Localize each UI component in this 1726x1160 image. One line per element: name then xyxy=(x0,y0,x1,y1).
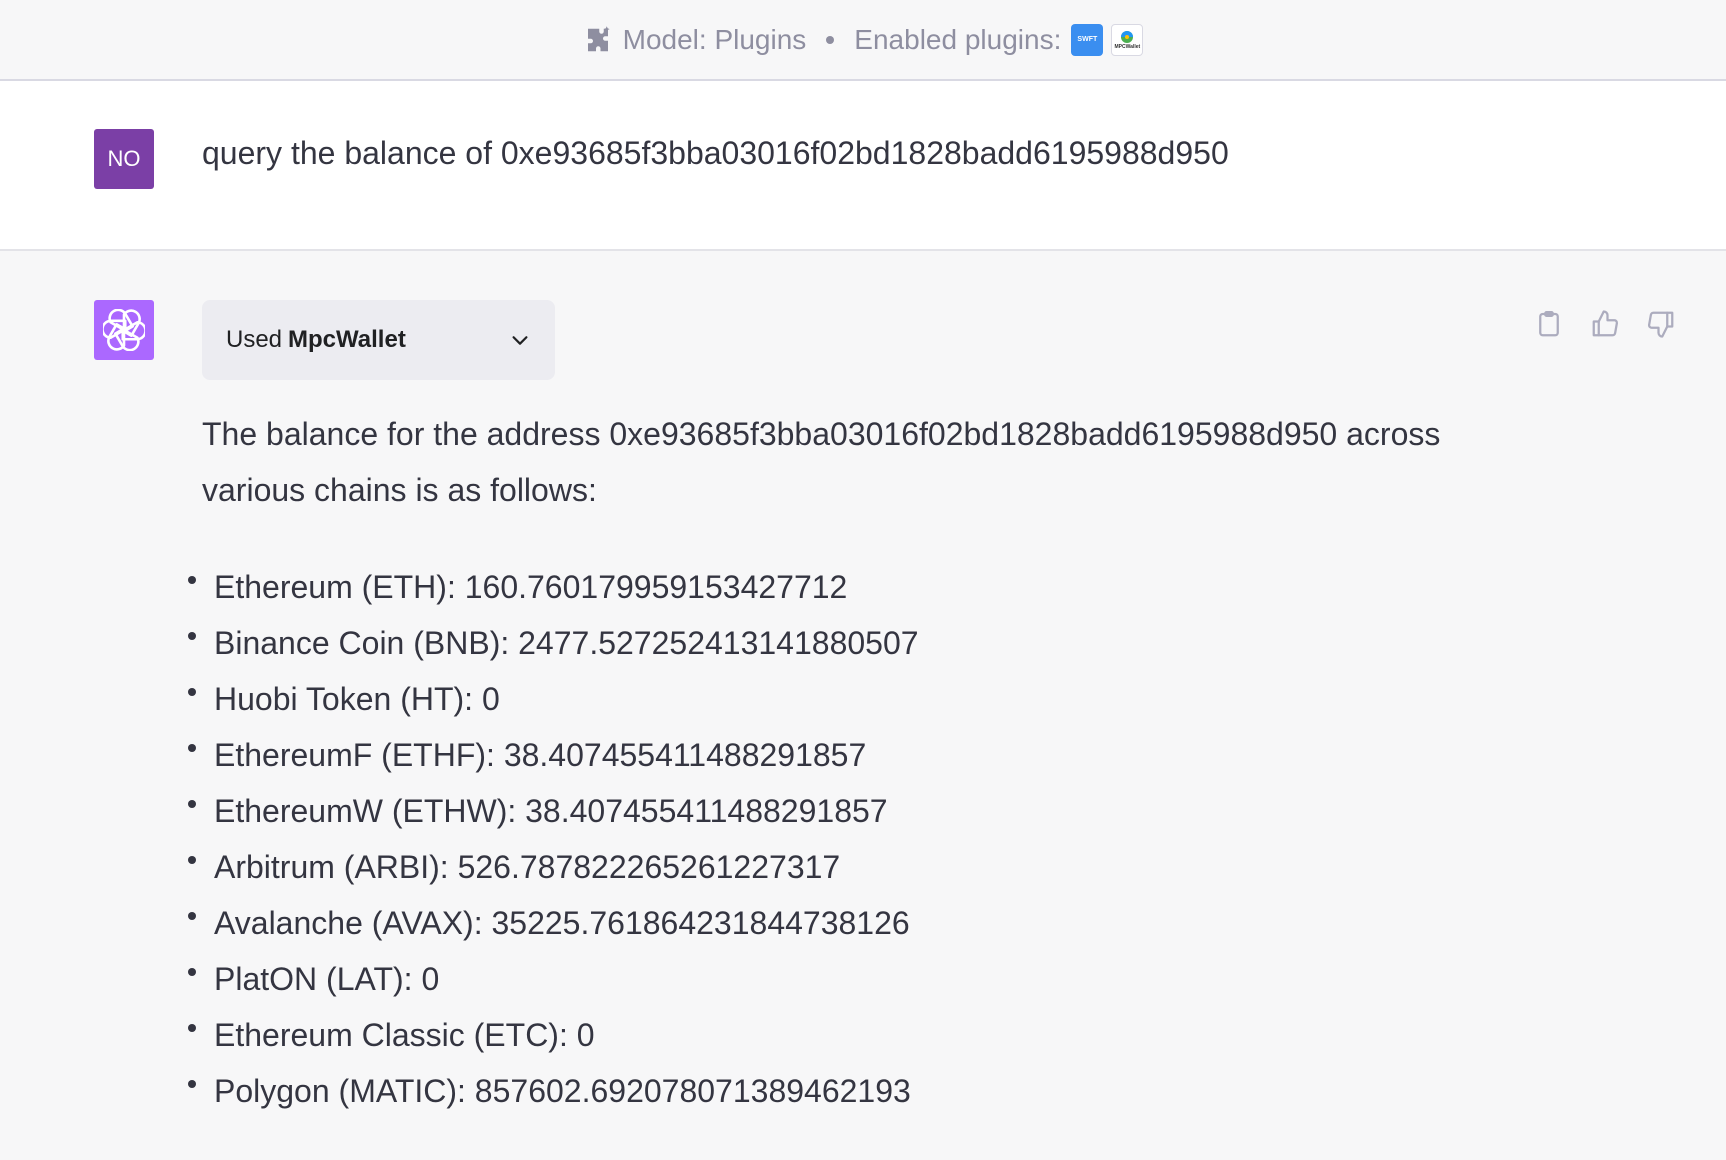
list-item: Polygon (MATIC): 857602.6920780713894621… xyxy=(186,1063,919,1119)
list-item: PlatON (LAT): 0 xyxy=(186,951,919,1007)
swft-plugin-icon[interactable]: SWFT xyxy=(1071,23,1104,56)
model-label: Model: Plugins xyxy=(622,23,807,55)
enabled-plugins-label: Enabled plugins: xyxy=(854,23,1062,55)
assistant-avatar xyxy=(94,300,154,360)
thumbs-up-icon[interactable] xyxy=(1588,307,1622,341)
list-item: EthereumW (ETHW): 38.407455411488291857 xyxy=(186,783,919,839)
chevron-down-icon xyxy=(509,329,531,351)
message-actions xyxy=(1532,307,1678,341)
thumbs-down-icon[interactable] xyxy=(1644,307,1678,341)
plugin-used-prefix: Used xyxy=(226,326,283,353)
mpcwallet-plugin-icon[interactable]: MPCWallet xyxy=(1111,23,1144,56)
list-item: Ethereum Classic (ETC): 0 xyxy=(186,1007,919,1063)
globe-icon xyxy=(1121,30,1134,43)
puzzle-plugin-icon xyxy=(583,25,613,55)
list-item: Avalanche (AVAX): 35225.7618642318447381… xyxy=(186,895,919,951)
list-item: Ethereum (ETH): 160.760179959153427712 xyxy=(186,559,919,615)
plugin-used-dropdown[interactable]: Used MpcWallet xyxy=(202,300,555,380)
assistant-message-row: Used MpcWallet The balance for the addre… xyxy=(0,251,1726,1160)
openai-logo-icon xyxy=(103,309,145,351)
user-message-text: query the balance of 0xe93685f3bba03016f… xyxy=(202,135,1229,171)
assistant-intro-text: The balance for the address 0xe93685f3bb… xyxy=(202,416,1441,508)
swft-plugin-text: SWFT xyxy=(1077,36,1098,43)
balance-list: Ethereum (ETH): 160.760179959153427712 B… xyxy=(186,559,919,1119)
separator-dot xyxy=(826,35,835,44)
user-avatar: NO xyxy=(94,129,154,189)
list-item: Huobi Token (HT): 0 xyxy=(186,671,919,727)
list-item: Binance Coin (BNB): 2477.527252413141880… xyxy=(186,615,919,671)
list-item: Arbitrum (ARBI): 526.787822265261227317 xyxy=(186,839,919,895)
user-message-row: NO query the balance of 0xe93685f3bba030… xyxy=(0,81,1726,251)
avatar-initials: NO xyxy=(107,146,141,171)
copy-clipboard-icon[interactable] xyxy=(1532,307,1566,341)
list-item: EthereumF (ETHF): 38.407455411488291857 xyxy=(186,727,919,783)
model-header: Model: Plugins Enabled plugins: SWFT MPC… xyxy=(0,0,1726,81)
mpcwallet-plugin-text: MPCWallet xyxy=(1114,43,1141,50)
plugin-used-name: MpcWallet xyxy=(288,326,406,353)
